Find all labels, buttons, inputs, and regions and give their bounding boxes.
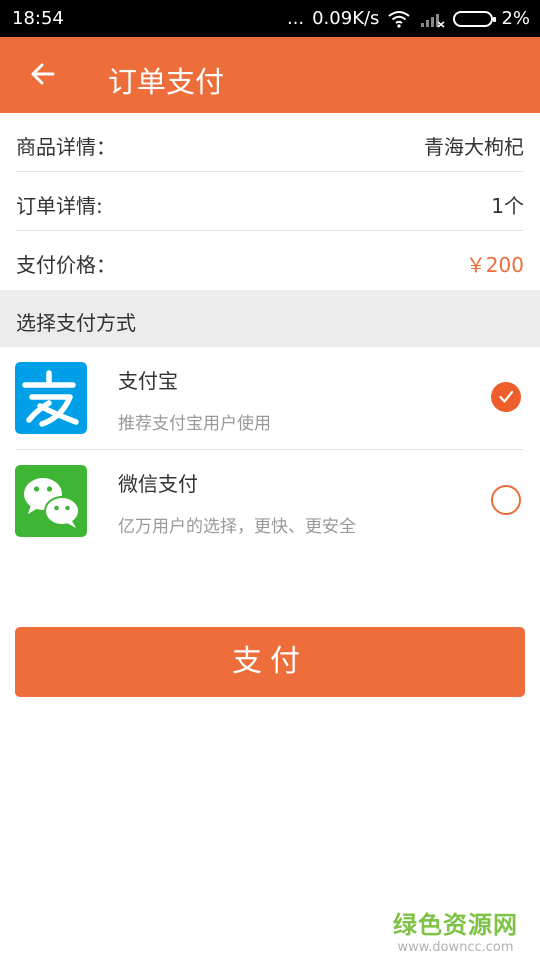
net-speed: 0.09K/s xyxy=(312,8,380,29)
status-bar: 18:54 ... 0.09K/s 2% xyxy=(0,0,540,37)
notification-dots: ... xyxy=(286,8,305,29)
payment-method-header: 选择支付方式 xyxy=(0,290,540,347)
price-value: ￥200 xyxy=(465,253,524,277)
signal-icon xyxy=(421,13,445,28)
product-detail-value: 青海大枸杞 xyxy=(424,135,524,159)
page-title: 订单支付 xyxy=(108,65,225,99)
watermark-main: 绿色资源网 xyxy=(393,911,518,939)
product-detail-row: 商品详情： 青海大枸杞 xyxy=(0,113,540,172)
alipay-radio[interactable] xyxy=(491,382,521,412)
payment-method-title: 选择支付方式 xyxy=(16,311,136,335)
battery-level: 2% xyxy=(501,8,530,29)
status-icons: ... 0.09K/s 2% xyxy=(287,8,530,29)
alipay-description: 推荐支付宝用户使用 xyxy=(118,414,271,434)
watermark: 绿色资源网 www.downcc.com xyxy=(393,905,518,955)
check-icon xyxy=(499,390,514,403)
price-label: 支付价格： xyxy=(16,253,116,277)
order-detail-value: 1个 xyxy=(491,194,524,218)
wechat-radio[interactable] xyxy=(491,485,521,515)
price-row: 支付价格： ￥200 xyxy=(0,231,540,290)
payment-option-wechat[interactable]: 微信支付 亿万用户的选择，更快、更安全 xyxy=(0,450,540,553)
wifi-icon xyxy=(388,10,411,28)
payment-option-alipay[interactable]: 支付宝 推荐支付宝用户使用 xyxy=(0,347,540,450)
wechat-logo-icon xyxy=(15,465,87,537)
battery-icon xyxy=(453,10,497,27)
alipay-name: 支付宝 xyxy=(118,369,178,393)
status-time: 18:54 xyxy=(12,8,64,29)
wechat-description: 亿万用户的选择，更快、更安全 xyxy=(118,517,356,537)
arrow-left-icon[interactable] xyxy=(26,57,60,91)
alipay-logo-icon xyxy=(15,362,87,434)
order-detail-row: 订单详情: 1个 xyxy=(0,172,540,231)
watermark-url: www.downcc.com xyxy=(397,940,514,955)
pay-button[interactable]: 支付 xyxy=(15,627,525,697)
product-detail-label: 商品详情： xyxy=(16,135,116,159)
wechat-name: 微信支付 xyxy=(118,472,198,496)
order-detail-label: 订单详情: xyxy=(16,194,103,218)
app-bar: 订单支付 xyxy=(0,37,540,113)
